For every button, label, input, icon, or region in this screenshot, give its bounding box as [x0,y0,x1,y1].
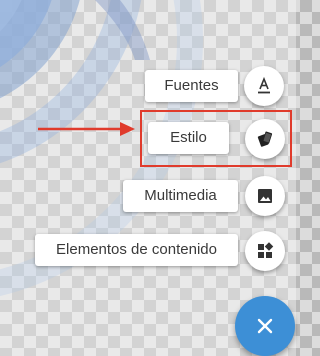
label-multimedia[interactable]: Multimedia [123,180,238,212]
label-fuentes[interactable]: Fuentes [145,70,238,102]
multimedia-button[interactable] [245,176,285,216]
widgets-icon [258,242,274,258]
speed-dial-close-button[interactable] [235,296,295,356]
text-format-icon [258,76,270,94]
elementos-de-contenido-button[interactable] [245,231,285,271]
close-icon [257,318,273,334]
fuentes-button[interactable] [244,66,284,106]
highlight-box [140,110,292,167]
annotation-arrow-icon [38,122,135,136]
label-elementos-de-contenido[interactable]: Elementos de contenido [35,234,238,266]
image-icon [258,189,272,203]
